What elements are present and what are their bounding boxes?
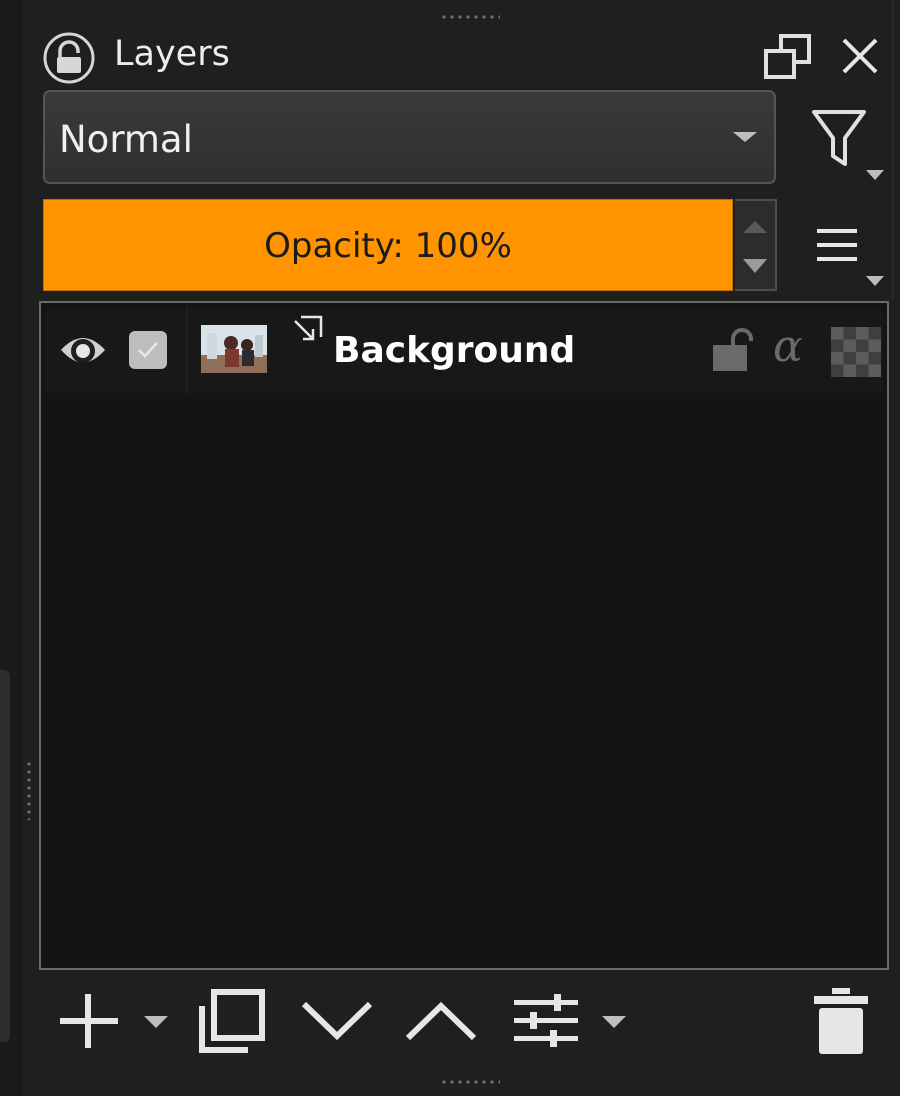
transparency-checker-icon[interactable]: [831, 327, 881, 377]
move-up-icon[interactable]: [404, 996, 478, 1046]
filter-icon[interactable]: [810, 108, 886, 184]
eye-icon[interactable]: [57, 329, 109, 373]
panel-right-border: [892, 0, 894, 300]
layer-properties-icon[interactable]: [510, 990, 634, 1052]
side-resize-grip[interactable]: [26, 760, 32, 820]
alpha-icon[interactable]: α: [769, 321, 815, 372]
clip-arrow-icon: [291, 313, 325, 347]
lock-icon[interactable]: [711, 327, 755, 373]
delete-layer-icon[interactable]: [812, 984, 870, 1056]
opacity-spinner[interactable]: [735, 199, 777, 291]
opacity-slider[interactable]: Opacity: 100%: [43, 199, 733, 291]
top-resize-grip[interactable]: [440, 14, 500, 20]
menu-icon[interactable]: [812, 226, 888, 292]
chevron-down-icon: [733, 132, 757, 142]
lock-icon[interactable]: [42, 31, 96, 85]
svg-text:α: α: [773, 321, 803, 371]
add-layer-button[interactable]: [56, 990, 176, 1052]
panel-title: Layers: [114, 34, 230, 74]
layer-list[interactable]: Background α: [39, 301, 889, 970]
move-down-icon[interactable]: [300, 996, 374, 1046]
column-divider: [186, 307, 188, 393]
layer-row[interactable]: Background α: [45, 307, 883, 393]
dock-edge: [0, 670, 10, 1042]
float-panel-icon[interactable]: [763, 33, 813, 81]
opacity-label: Opacity: 100%: [264, 226, 512, 266]
layer-select-checkbox[interactable]: [129, 331, 167, 369]
layer-thumbnail[interactable]: [201, 325, 267, 373]
duplicate-layer-icon[interactable]: [196, 988, 268, 1054]
layer-name[interactable]: Background: [333, 330, 575, 371]
bottom-resize-grip[interactable]: [440, 1079, 500, 1085]
close-icon[interactable]: [840, 36, 880, 76]
blend-mode-select[interactable]: Normal: [43, 90, 776, 184]
blend-mode-value: Normal: [59, 118, 193, 161]
